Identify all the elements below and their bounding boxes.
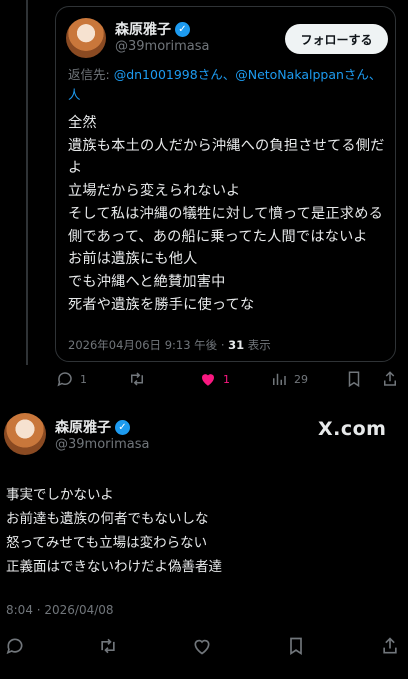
main-timestamp[interactable]: 8:04 · 2026/04/08: [6, 603, 114, 617]
follow-button[interactable]: フォローする: [285, 24, 388, 54]
views-action-count: 29: [294, 372, 308, 386]
main-tweet-text: 事実でしかないよ お前達も遺族の何者でもないしな 怒ってみせても立場は変わらない…: [6, 487, 222, 575]
share-button[interactable]: [380, 636, 400, 656]
avatar[interactable]: [4, 413, 46, 455]
author-name[interactable]: 森原雅子: [55, 420, 111, 436]
reply-mentions-more[interactable]: 人: [68, 87, 81, 102]
views-count: 31: [228, 338, 245, 352]
verified-badge-icon: ✓: [115, 420, 130, 435]
like-count: 1: [223, 372, 230, 386]
repost-icon: [101, 638, 115, 654]
author-handle[interactable]: @39morimasa: [55, 437, 150, 452]
share-icon: [383, 637, 397, 654]
share-icon: [384, 371, 396, 386]
repost-button[interactable]: [98, 636, 118, 656]
avatar[interactable]: [66, 18, 106, 58]
reply-icon: [57, 372, 72, 387]
quoted-tweet-text: 全然 遺族も本土の人だから沖縄への負担させてる側だよ 立場だから変えられないよ …: [68, 115, 385, 313]
like-button[interactable]: [192, 636, 212, 656]
reply-count: 1: [80, 372, 87, 386]
views-label: 表示: [244, 338, 271, 352]
reply-to-prefix: 返信先:: [68, 67, 114, 82]
heart-icon: [194, 639, 210, 655]
repost-icon: [131, 372, 143, 386]
views-button[interactable]: 29: [270, 370, 308, 388]
author-name-row: 森原雅子 ✓: [115, 19, 190, 39]
share-button[interactable]: [381, 370, 399, 388]
like-button[interactable]: 1: [199, 370, 230, 388]
reply-button[interactable]: 1: [56, 370, 87, 388]
heart-filled-icon: [202, 374, 214, 386]
platform-label: X.com: [318, 418, 387, 440]
author-handle[interactable]: @39morimasa: [115, 39, 210, 54]
repost-button[interactable]: [128, 370, 152, 388]
bookmark-button[interactable]: [345, 370, 363, 388]
author-name-row: 森原雅子 ✓: [55, 417, 130, 437]
bookmark-icon: [348, 371, 360, 388]
reply-mentions[interactable]: @dn1001998さん、@NetoNakalppanさん、: [114, 67, 382, 82]
thread-line: [26, 0, 28, 365]
reply-to-line: 返信先: @dn1001998さん、@NetoNakalppanさん、 人: [68, 65, 388, 105]
bookmark-icon: [290, 637, 302, 656]
quoted-timestamp[interactable]: 2026年04月06日 9:13 午後 ·: [68, 338, 228, 352]
author-name[interactable]: 森原雅子: [115, 22, 171, 38]
quoted-tweet-card[interactable]: 森原雅子 ✓ @39morimasa フォローする 返信先: @dn1001998…: [55, 6, 396, 362]
bookmark-button[interactable]: [286, 636, 306, 656]
reply-button[interactable]: [5, 636, 25, 656]
verified-badge-icon: ✓: [175, 22, 190, 37]
analytics-icon: [273, 373, 286, 385]
reply-icon: [6, 638, 23, 655]
quoted-tweet-meta: 2026年04月06日 9:13 午後 · 31 表示: [68, 337, 271, 353]
